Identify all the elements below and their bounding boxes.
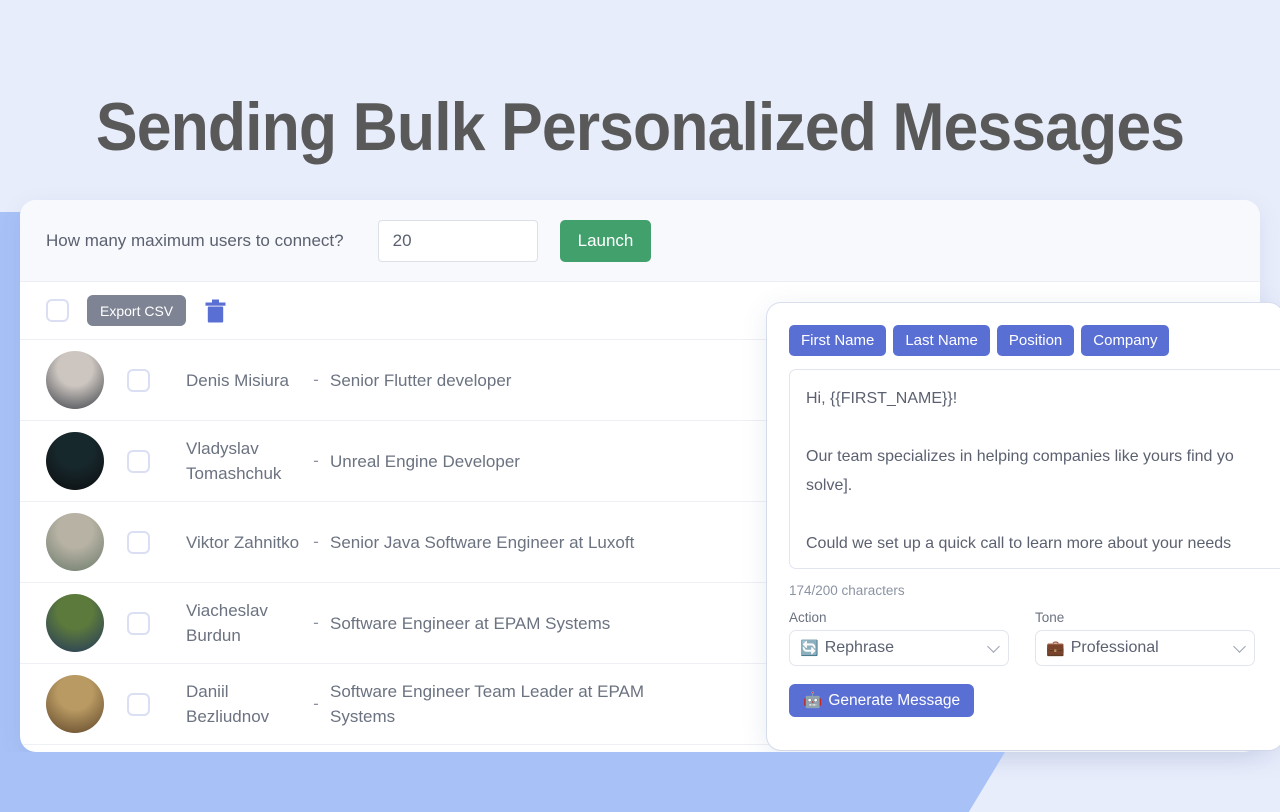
user-title: Software Engineer at EPAM Systems [330, 613, 611, 633]
avatar [46, 675, 104, 733]
avatar [46, 513, 104, 571]
message-composer-panel: First Name Last Name Position Company Hi, {… [767, 303, 1280, 750]
row-separator: - [313, 694, 319, 713]
row-checkbox[interactable] [127, 611, 150, 635]
briefcase-icon: 💼 [1046, 640, 1065, 657]
rephrase-icon: 🔄 [800, 640, 819, 657]
user-title: Unreal Engine Developer [330, 451, 520, 471]
user-title: Senior Flutter developer [330, 370, 512, 390]
row-separator: - [313, 451, 319, 470]
avatar [46, 432, 104, 490]
generate-message-button[interactable]: 🤖 Generate Message [789, 684, 975, 717]
max-users-label: How many maximum users to connect? [46, 230, 344, 250]
launch-button[interactable]: Launch [559, 219, 652, 262]
connect-toolbar: How many maximum users to connect? Launc… [20, 200, 1260, 282]
action-label: Action [789, 610, 827, 625]
avatar [46, 594, 104, 652]
character-counter: 174/200 characters [789, 583, 905, 598]
chevron-down-icon [987, 640, 1000, 653]
row-checkbox[interactable] [127, 449, 150, 473]
tone-field: Tone 💼 Professional [1035, 610, 1255, 666]
generate-message-label: Generate Message [828, 691, 961, 709]
select-all-checkbox[interactable] [46, 299, 69, 322]
row-separator: - [313, 370, 319, 389]
tone-label: Tone [1035, 610, 1065, 625]
placeholder-tag[interactable]: First Name [789, 325, 887, 356]
row-separator: - [313, 532, 319, 551]
user-name: Vladyslav Tomashchuk [186, 439, 282, 483]
export-csv-button[interactable]: Export CSV [87, 295, 187, 326]
user-title: Senior Java Software Engineer at Luxoft [330, 532, 635, 552]
placeholder-tag[interactable]: Company [1081, 325, 1170, 356]
user-name: Daniil Bezliudnov [186, 682, 270, 726]
placeholder-tags: First Name Last Name Position Company [789, 325, 1280, 356]
user-title: Software Engineer Team Leader at EPAM Sy… [330, 682, 645, 726]
user-name: Viktor Zahnitko [186, 532, 300, 552]
page-title: Sending Bulk Personalized Messages [95, 88, 1185, 165]
trash-icon[interactable] [205, 299, 226, 323]
placeholder-tag[interactable]: Last Name [893, 325, 990, 356]
action-field: Action 🔄 Rephrase [789, 610, 1009, 666]
message-textarea[interactable]: Hi, {{FIRST_NAME}}! Our team specializes… [789, 369, 1280, 569]
decorative-blue-band [0, 752, 1005, 812]
row-checkbox[interactable] [127, 530, 150, 554]
tone-select[interactable]: 💼 Professional [1035, 630, 1255, 666]
action-select-value: Rephrase [824, 639, 895, 656]
user-name: Viacheslav Burdun [186, 601, 268, 645]
action-select[interactable]: 🔄 Rephrase [789, 630, 1009, 666]
user-name: Denis Misiura [186, 370, 289, 390]
tone-select-value: Professional [1070, 639, 1159, 656]
robot-icon: 🤖 [803, 692, 823, 709]
ai-controls: Action 🔄 Rephrase Tone 💼 Professional [789, 610, 1280, 666]
chevron-down-icon [1233, 640, 1246, 653]
avatar [46, 351, 104, 409]
row-checkbox[interactable] [127, 692, 150, 716]
max-users-input[interactable] [377, 219, 538, 262]
row-checkbox[interactable] [127, 368, 150, 392]
row-separator: - [313, 613, 319, 632]
placeholder-tag[interactable]: Position [996, 325, 1075, 356]
